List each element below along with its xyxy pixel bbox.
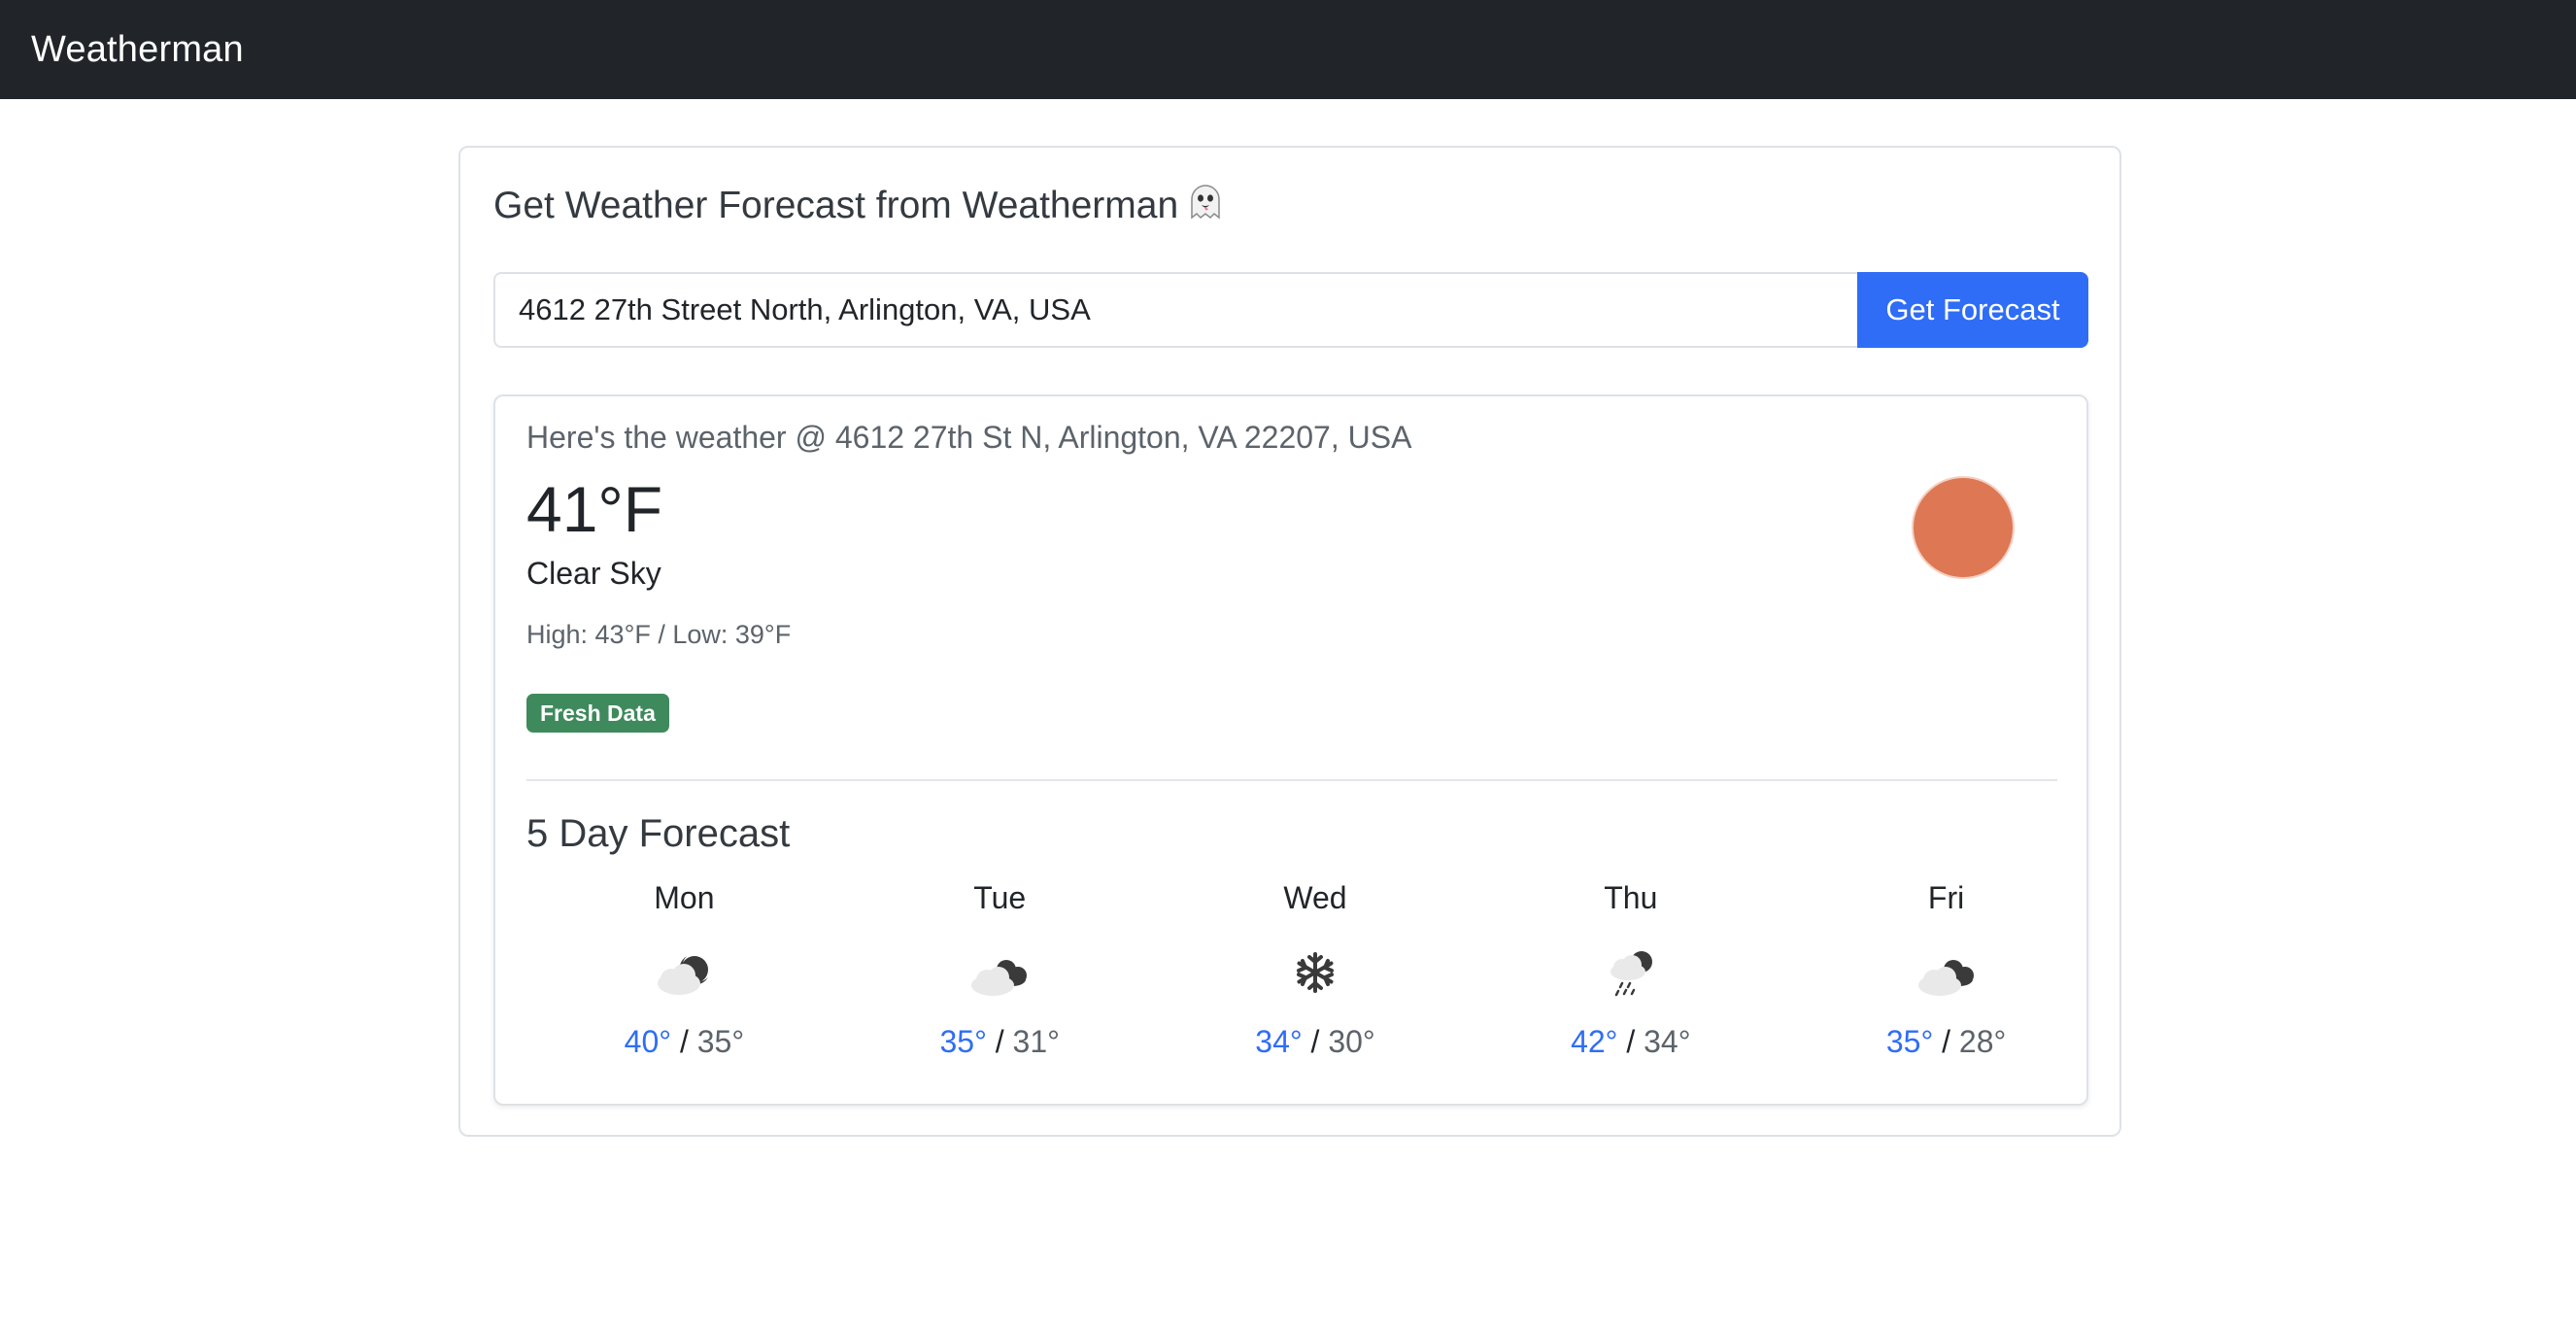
low-temp: 34° [1644, 1024, 1691, 1059]
snowflake-icon [1296, 952, 1334, 993]
forecast-day: Thu 42° / 34° [1473, 880, 1788, 1084]
sleet-icon [1610, 950, 1652, 997]
sun-icon [1914, 478, 2013, 577]
day-name: Tue [973, 880, 1027, 915]
high-temp: 35° [1885, 1024, 1934, 1059]
day-name: Fri [1927, 880, 1965, 915]
forecast-day: Tue 35° / 31° [842, 880, 1158, 1084]
low-temp: 31° [1012, 1024, 1060, 1059]
page-title: Get Weather Forecast from Weatherman [493, 183, 1225, 227]
high-temp: 34° [1255, 1024, 1303, 1059]
low-temp: 28° [1958, 1024, 2007, 1059]
fresh-data-badge: Fresh Data [526, 694, 669, 733]
get-forecast-button[interactable]: Get Forecast [1857, 272, 2088, 348]
low-temp: 30° [1328, 1024, 1375, 1059]
navbar-brand[interactable]: Weatherman [31, 29, 244, 71]
low-temp: 35° [696, 1024, 745, 1059]
day-temps: 40° / 35° [526, 1024, 842, 1060]
navbar: Weatherman [0, 0, 2576, 99]
current-temperature: 41°F [526, 473, 663, 545]
forecast-card: Get Weather Forecast from Weatherman Get… [458, 146, 2121, 1137]
day-temps: 34° / 30° [1158, 1024, 1474, 1060]
day-temps: 42° / 34° [1473, 1024, 1788, 1060]
day-temps: 35° / 31° [842, 1024, 1158, 1060]
weather-result-card: Here's the weather @ 4612 27th St N, Arl… [493, 394, 2088, 1106]
ghost-icon [1191, 185, 1220, 220]
temp-separator: / [1310, 1024, 1320, 1059]
high-temp: 35° [939, 1024, 987, 1059]
high-temp: 42° [1571, 1024, 1618, 1059]
location-text: Here's the weather @ 4612 27th St N, Arl… [526, 420, 1412, 455]
forecast-day: Wed 34° / 30° [1158, 880, 1474, 1084]
page-title-text: Get Weather Forecast from Weatherman [493, 185, 1179, 226]
partly-cloudy-night-icon [658, 956, 709, 995]
divider [526, 779, 2057, 781]
day-name: Thu [1604, 880, 1658, 915]
day-name: Wed [1283, 880, 1347, 915]
high-low-text: High: 43°F / Low: 39°F [526, 620, 792, 649]
high-temp: 40° [624, 1024, 672, 1059]
day-name: Mon [654, 880, 715, 915]
current-condition: Clear Sky [526, 556, 661, 591]
cloudy-icon [971, 960, 1028, 996]
forecast-title: 5 Day Forecast [526, 812, 791, 855]
address-input[interactable] [493, 272, 1857, 348]
forecast-day: Mon 40° / 35° [526, 880, 842, 1084]
five-day-forecast: Mon 40° / 35° Tue 35° / 31° Wed 34° / 30… [526, 880, 2104, 1084]
search-bar: Get Forecast [493, 272, 2088, 348]
day-temps: 35° / 28° [1788, 1024, 2104, 1060]
temp-separator: / [1942, 1024, 1951, 1059]
forecast-day: Fri 35° / 28° [1788, 880, 2104, 1084]
temp-separator: / [679, 1024, 689, 1059]
cloudy-icon [1917, 960, 1974, 996]
temp-separator: / [1626, 1024, 1636, 1059]
temp-separator: / [995, 1024, 1004, 1059]
